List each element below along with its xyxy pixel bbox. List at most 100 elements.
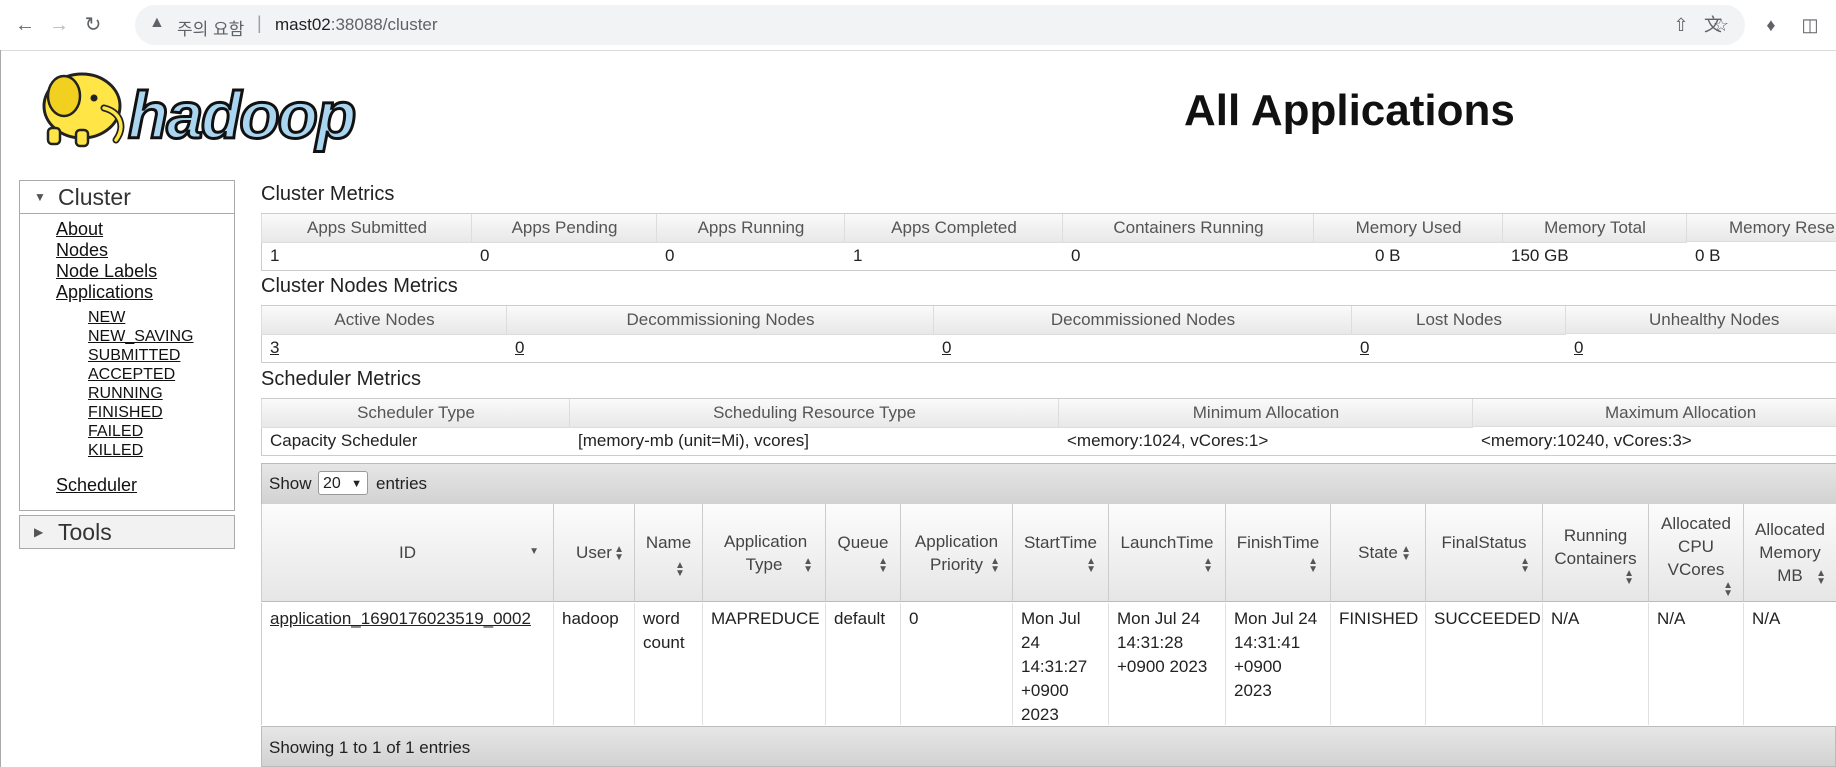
nav-app-new-saving[interactable]: NEW_SAVING bbox=[88, 328, 194, 346]
col-header-finish-time[interactable]: FinishTime ▲ ▼ bbox=[1225, 504, 1330, 602]
table-row: application_1690176023519_0002 bbox=[261, 603, 553, 725]
col-header-launch-time[interactable]: LaunchTime ▲ ▼ bbox=[1108, 504, 1225, 602]
sm-header-scheduler-type[interactable]: Scheduler Type bbox=[261, 399, 570, 428]
nav-about[interactable]: About bbox=[56, 219, 103, 240]
cm-value-apps-submitted: 1 bbox=[270, 246, 280, 265]
nm-value-unhealthy[interactable]: 0 bbox=[1565, 335, 1583, 361]
cm-value-apps-running: 0 bbox=[665, 246, 675, 265]
col-header-id[interactable]: ID ▼ bbox=[261, 504, 553, 602]
sm-header-max-allocation[interactable]: Maximum Allocation bbox=[1472, 399, 1836, 427]
nm-value-active[interactable]: 3 bbox=[261, 335, 279, 361]
nav-app-failed[interactable]: FAILED bbox=[88, 423, 143, 441]
nm-header-active[interactable]: Active Nodes bbox=[261, 306, 507, 335]
nav-app-finished[interactable]: FINISHED bbox=[88, 404, 163, 422]
col-header-application-type[interactable]: Application Type ▲ ▼ bbox=[702, 504, 825, 602]
sort-icon: ▲ ▼ bbox=[614, 544, 624, 563]
sort-icon: ▲ ▼ bbox=[1723, 580, 1733, 599]
nav-app-killed[interactable]: KILLED bbox=[88, 442, 143, 460]
col-header-state[interactable]: State ▲ ▼ bbox=[1330, 504, 1425, 602]
nav-app-accepted[interactable]: ACCEPTED bbox=[88, 366, 175, 384]
col-header-queue[interactable]: Queue ▲ ▼ bbox=[825, 504, 900, 602]
application-id-link[interactable]: application_1690176023519_0002 bbox=[270, 609, 531, 628]
col-header-allocated-cpu[interactable]: Allocated CPU VCores ▲ ▼ bbox=[1648, 504, 1743, 602]
nm-lost-link[interactable]: 0 bbox=[1360, 338, 1369, 357]
col-header-user-label: User bbox=[576, 543, 612, 562]
nm-value-decommissioned[interactable]: 0 bbox=[933, 335, 951, 361]
nm-unhealthy-link[interactable]: 0 bbox=[1574, 338, 1583, 357]
cell-allocated-memory: N/A bbox=[1743, 603, 1836, 725]
chevron-down-icon: ▼ bbox=[351, 478, 362, 490]
cm-value-apps-completed: 1 bbox=[853, 246, 863, 265]
address-bar[interactable]: ▲ 주의 요함 | mast02:38088/cluster 文 bbox=[135, 5, 1745, 45]
tools-nav-header[interactable]: ▶ Tools bbox=[19, 515, 235, 549]
nav-app-running[interactable]: RUNNING bbox=[88, 385, 163, 403]
cm-header-memory-used[interactable]: Memory Used bbox=[1313, 214, 1503, 243]
nav-scheduler[interactable]: Scheduler bbox=[56, 475, 137, 496]
nm-decommissioned-link[interactable]: 0 bbox=[942, 338, 951, 357]
nm-header-unhealthy[interactable]: Unhealthy Nodes bbox=[1565, 306, 1836, 334]
sort-icon: ▲ ▼ bbox=[1624, 568, 1634, 587]
nav-app-new[interactable]: NEW bbox=[88, 309, 125, 327]
reload-icon[interactable]: ↻ bbox=[80, 12, 106, 38]
applications-table: Show 20 ▼ entries ID ▼ User ▲ ▼ Name ▲ ▼ Appl… bbox=[261, 463, 1836, 767]
entries-select[interactable]: 20 ▼ bbox=[318, 471, 368, 495]
nav-nodes[interactable]: Nodes bbox=[56, 240, 108, 261]
col-header-running-containers[interactable]: Running Containers ▲ ▼ bbox=[1542, 504, 1648, 602]
nm-active-link[interactable]: 3 bbox=[270, 338, 279, 357]
col-header-allocated-memory[interactable]: Allocated Memory MB ▲ ▼ bbox=[1743, 504, 1836, 602]
security-label[interactable]: 주의 요함 bbox=[177, 15, 244, 40]
share-icon[interactable]: ⇧ bbox=[1668, 12, 1694, 38]
cell-name: word count bbox=[634, 603, 702, 725]
sm-header-resource-type[interactable]: Scheduling Resource Type bbox=[569, 399, 1059, 428]
entries-label: entries bbox=[376, 474, 428, 493]
scheduler-metrics-title: Scheduler Metrics bbox=[261, 368, 422, 390]
url-text[interactable]: mast02:38088/cluster bbox=[275, 15, 438, 35]
nm-header-lost[interactable]: Lost Nodes bbox=[1351, 306, 1566, 335]
nav-app-submitted[interactable]: SUBMITTED bbox=[88, 347, 180, 365]
sort-icon: ▲ ▼ bbox=[1203, 556, 1213, 575]
cluster-metrics-table: Apps Submitted Apps Pending Apps Running… bbox=[261, 213, 1836, 272]
cm-header-memory-reserved[interactable]: Memory Rese bbox=[1686, 214, 1836, 242]
node-metrics-table: Active Nodes Decommissioning Nodes Decom… bbox=[261, 305, 1836, 364]
sort-icon: ▲ ▼ bbox=[675, 560, 685, 579]
table-info-footer: Showing 1 to 1 of 1 entries bbox=[261, 726, 1836, 767]
show-label: Show bbox=[269, 474, 312, 493]
nm-value-lost[interactable]: 0 bbox=[1351, 335, 1369, 361]
cm-header-apps-pending[interactable]: Apps Pending bbox=[471, 214, 657, 243]
hadoop-logo[interactable]: hadoop bbox=[20, 62, 396, 159]
cm-value-memory-used: 0 B bbox=[1375, 246, 1401, 265]
nm-header-decommissioning[interactable]: Decommissioning Nodes bbox=[506, 306, 934, 335]
col-header-user[interactable]: User ▲ ▼ bbox=[553, 504, 634, 602]
back-icon[interactable]: ← bbox=[12, 12, 38, 38]
nm-header-decommissioned[interactable]: Decommissioned Nodes bbox=[933, 306, 1352, 335]
sm-value-scheduler-type: Capacity Scheduler bbox=[270, 431, 418, 450]
sort-icon: ▲ ▼ bbox=[1086, 556, 1096, 575]
nm-decommissioning-link[interactable]: 0 bbox=[515, 338, 524, 357]
cm-value-containers-running: 0 bbox=[1071, 246, 1081, 265]
col-header-start-time[interactable]: StartTime ▲ ▼ bbox=[1012, 504, 1108, 602]
col-header-final-status[interactable]: FinalStatus ▲ ▼ bbox=[1425, 504, 1542, 602]
col-header-name[interactable]: Name ▲ ▼ bbox=[634, 504, 702, 602]
cm-header-apps-submitted[interactable]: Apps Submitted bbox=[261, 214, 472, 243]
cm-header-memory-total[interactable]: Memory Total bbox=[1502, 214, 1687, 243]
table-length-toolbar: Show 20 ▼ entries bbox=[261, 463, 1836, 505]
extensions-icon[interactable]: ♦ bbox=[1758, 12, 1784, 38]
cell-final-status: SUCCEEDED bbox=[1425, 603, 1542, 725]
forward-icon[interactable]: → bbox=[46, 12, 72, 38]
col-header-application-type-label: Application Type bbox=[724, 531, 808, 574]
nm-value-decommissioning[interactable]: 0 bbox=[506, 335, 524, 361]
sm-header-min-allocation[interactable]: Minimum Allocation bbox=[1058, 399, 1473, 428]
bookmark-star-icon[interactable]: ☆ bbox=[1708, 12, 1734, 38]
nav-applications[interactable]: Applications bbox=[56, 282, 153, 303]
cm-header-apps-completed[interactable]: Apps Completed bbox=[844, 214, 1063, 243]
nav-node-labels[interactable]: Node Labels bbox=[56, 261, 157, 282]
col-header-application-priority[interactable]: Application Priority ▲ ▼ bbox=[900, 504, 1012, 602]
triangle-right-icon: ▶ bbox=[34, 525, 44, 539]
warning-icon[interactable]: ▲ bbox=[149, 14, 165, 32]
scheduler-metrics-table: Scheduler Type Scheduling Resource Type … bbox=[261, 398, 1836, 457]
cm-header-apps-running[interactable]: Apps Running bbox=[656, 214, 845, 243]
url-separator: | bbox=[257, 13, 262, 33]
cm-header-containers-running[interactable]: Containers Running bbox=[1062, 214, 1314, 243]
side-panel-icon[interactable]: ◫ bbox=[1797, 12, 1823, 38]
entries-select-value: 20 bbox=[323, 475, 341, 492]
